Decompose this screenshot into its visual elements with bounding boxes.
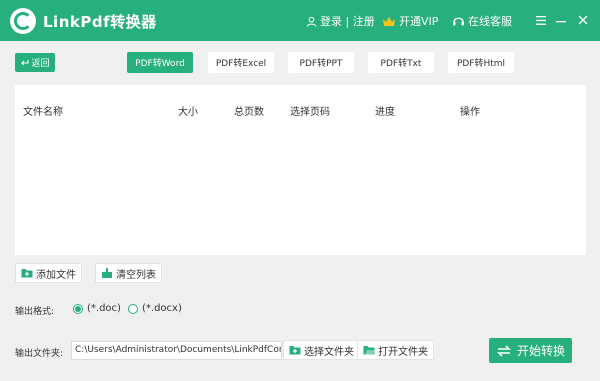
clear-list-button[interactable]: 清空列表 bbox=[95, 263, 162, 283]
back-button[interactable]: 返回 bbox=[15, 53, 55, 72]
format-doc-label: (*.doc) bbox=[87, 303, 121, 314]
radio-docx[interactable] bbox=[128, 303, 138, 314]
column-header-progress: 进度 bbox=[375, 107, 395, 118]
headset-icon bbox=[453, 17, 464, 26]
column-header-size: 大小 bbox=[178, 107, 198, 118]
minimize-icon bbox=[556, 21, 566, 23]
format-option-doc[interactable]: (*.doc) bbox=[73, 303, 121, 314]
add-folder-icon bbox=[21, 269, 33, 278]
login-register-link[interactable]: 登录 | 注册 bbox=[306, 13, 375, 29]
folder-plus-icon bbox=[289, 346, 301, 355]
open-folder-icon bbox=[363, 346, 375, 355]
user-icon bbox=[306, 16, 317, 27]
back-label: 返回 bbox=[31, 59, 50, 69]
menu-icon bbox=[536, 15, 546, 25]
convert-arrows-icon bbox=[497, 344, 511, 357]
back-arrow-icon bbox=[21, 59, 30, 65]
app-title: LinkPdf转换器 bbox=[43, 13, 157, 31]
format-docx-label: (*.docx) bbox=[142, 303, 182, 314]
online-service-button[interactable]: 在线客服 bbox=[452, 13, 512, 29]
radio-doc[interactable] bbox=[73, 303, 83, 314]
start-convert-label: 开始转换 bbox=[516, 344, 565, 358]
app-logo-icon bbox=[10, 8, 36, 34]
tab-pdf-to-ppt[interactable]: PDF转PPT bbox=[288, 52, 354, 73]
open-vip-button[interactable]: 开通VIP bbox=[382, 13, 438, 29]
output-folder-path-input[interactable]: C:\Users\Administrator\Documents\LinkPdf… bbox=[71, 341, 282, 360]
close-icon bbox=[578, 15, 588, 25]
broom-icon bbox=[102, 268, 112, 278]
tab-pdf-to-txt[interactable]: PDF转Txt bbox=[368, 52, 434, 73]
open-folder-button[interactable]: 打开文件夹 bbox=[357, 340, 434, 360]
add-file-label: 添加文件 bbox=[36, 269, 76, 281]
tab-pdf-to-word[interactable]: PDF转Word bbox=[127, 52, 193, 73]
online-service-label: 在线客服 bbox=[468, 15, 512, 28]
clear-list-label: 清空列表 bbox=[116, 269, 156, 281]
open-vip-label: 开通VIP bbox=[399, 15, 439, 28]
column-header-actions: 操作 bbox=[460, 107, 480, 118]
add-file-button[interactable]: 添加文件 bbox=[15, 263, 82, 283]
format-option-docx[interactable]: (*.docx) bbox=[128, 303, 182, 314]
column-header-page-range: 选择页码 bbox=[290, 107, 330, 118]
menu-button[interactable] bbox=[533, 12, 549, 28]
title-bar: LinkPdf转换器 登录 | 注册 开通VIP 在线客服 bbox=[0, 0, 600, 41]
tab-pdf-to-excel[interactable]: PDF转Excel bbox=[208, 52, 274, 73]
output-format-label: 输出格式: bbox=[15, 307, 55, 317]
minimize-button[interactable] bbox=[553, 12, 569, 28]
column-header-filename: 文件名称 bbox=[23, 107, 63, 118]
column-header-pages: 总页数 bbox=[234, 107, 264, 118]
output-folder-label: 输出文件夹: bbox=[15, 349, 64, 359]
tab-pdf-to-html[interactable]: PDF转Html bbox=[448, 52, 514, 73]
crown-icon bbox=[383, 16, 395, 26]
login-register-label: 登录 | 注册 bbox=[320, 15, 375, 28]
close-button[interactable] bbox=[575, 12, 591, 28]
select-folder-label: 选择文件夹 bbox=[304, 346, 354, 358]
select-folder-button[interactable]: 选择文件夹 bbox=[283, 340, 360, 360]
start-convert-button[interactable]: 开始转换 bbox=[489, 338, 572, 363]
open-folder-label: 打开文件夹 bbox=[378, 346, 428, 358]
file-table[interactable]: 文件名称 大小 总页数 选择页码 进度 操作 bbox=[15, 85, 586, 255]
